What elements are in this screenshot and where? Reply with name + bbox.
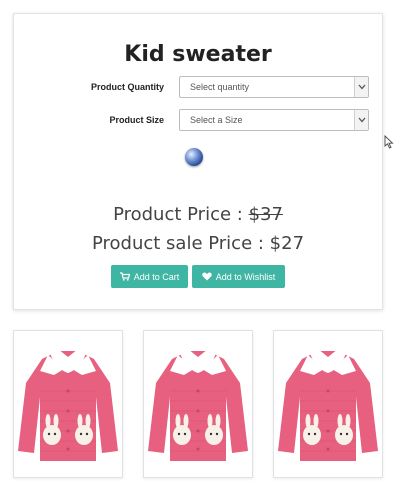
quantity-select[interactable]: Select quantity	[179, 76, 369, 98]
add-to-wishlist-button[interactable]: Add to Wishlist	[192, 265, 285, 288]
product-price: Product Price : $37	[14, 204, 382, 225]
product-thumbnail[interactable]	[143, 330, 253, 478]
size-select[interactable]: Select a Size	[179, 109, 369, 131]
product-sale-price: Product sale Price : $27	[14, 233, 382, 254]
chevron-down-icon[interactable]	[354, 77, 368, 97]
mouse-pointer-icon	[384, 134, 394, 154]
quantity-label: Product Quantity	[90, 82, 164, 92]
cart-icon	[119, 272, 130, 281]
pink-sweater-image	[278, 349, 378, 461]
price-prefix: Product Price :	[113, 204, 249, 225]
add-to-cart-button[interactable]: Add to Cart	[111, 265, 188, 288]
loading-globe-icon	[185, 148, 203, 166]
heart-icon	[202, 272, 212, 281]
chevron-down-icon[interactable]	[354, 110, 368, 130]
quantity-select-value: Select quantity	[190, 82, 250, 92]
add-to-wishlist-label: Add to Wishlist	[215, 271, 276, 282]
original-price: $37	[248, 204, 283, 225]
pink-sweater-image	[18, 349, 118, 461]
add-to-cart-label: Add to Cart	[133, 271, 180, 282]
sale-prefix: Product sale Price :	[91, 233, 270, 254]
sale-price: $27	[269, 233, 305, 254]
product-thumbnail[interactable]	[273, 330, 383, 478]
pink-sweater-image	[148, 349, 248, 461]
size-label: Product Size	[109, 115, 164, 125]
product-card: Kid sweater Product Quantity Select quan…	[13, 13, 383, 310]
size-select-value: Select a Size	[190, 115, 243, 125]
product-title: Kid sweater	[124, 42, 272, 67]
product-thumbnail[interactable]	[13, 330, 123, 478]
